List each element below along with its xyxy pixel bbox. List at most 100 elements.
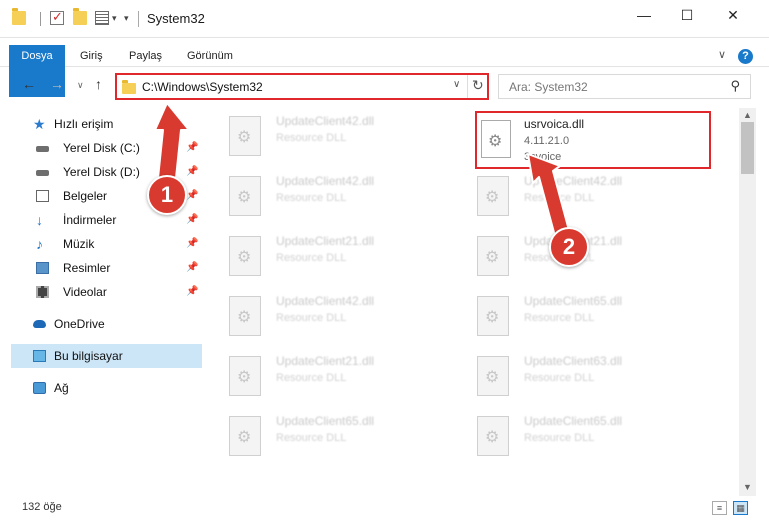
dll-file-icon <box>229 356 261 396</box>
file-description: Resource DLL <box>276 192 347 204</box>
tab-home[interactable]: Giriş <box>80 45 103 67</box>
collapse-ribbon-icon[interactable]: ∨ <box>718 48 726 61</box>
sidebar-item-label: Yerel Disk (C:) <box>63 141 140 155</box>
address-bar[interactable]: C:\Windows\System32 ∨ ↻ <box>115 73 489 100</box>
close-button[interactable]: ✕ <box>710 0 756 30</box>
dll-file-icon <box>229 176 261 216</box>
computer-icon <box>33 350 46 362</box>
scroll-down-icon[interactable]: ▼ <box>743 482 752 492</box>
pin-icon[interactable]: 📌 <box>186 256 198 280</box>
sidebar-item-this-pc[interactable]: Bu bilgisayar <box>11 344 202 368</box>
folder-icon <box>12 8 26 25</box>
status-bar: 132 öğe ≡ ▦ <box>0 496 769 520</box>
drive-icon <box>36 170 49 176</box>
sidebar-item-disk-c[interactable]: Yerel Disk (C:) 📌 <box>11 136 202 160</box>
list-item[interactable]: UpdateClient42.dll Resource DLL <box>215 290 445 342</box>
separator <box>138 11 139 27</box>
item-count: 132 öğe <box>22 501 62 513</box>
navigation-bar: ← → ∨ ↑ C:\Windows\System32 ∨ ↻ Ara: Sys… <box>0 70 769 104</box>
search-placeholder: Ara: System32 <box>509 80 588 94</box>
sidebar-item-quick-access[interactable]: ★ Hızlı erişim <box>11 112 202 136</box>
sidebar-item-onedrive[interactable]: OneDrive <box>11 312 202 336</box>
sidebar-item-label: Bu bilgisayar <box>54 349 123 363</box>
file-description: Resource DLL <box>524 192 595 204</box>
large-icons-view-icon[interactable]: ▦ <box>733 501 748 515</box>
sidebar-item-label: Videolar <box>63 285 107 299</box>
file-name: UpdateClient42.dll <box>276 114 375 128</box>
minimize-button[interactable]: — <box>621 0 667 30</box>
properties-check-icon[interactable] <box>50 9 64 25</box>
pin-icon[interactable]: 📌 <box>186 208 198 232</box>
list-item[interactable]: UpdateClient21.dll Resource DLL <box>215 230 445 282</box>
file-description: Resource DLL <box>276 372 347 384</box>
list-item[interactable]: UpdateClient42.dll Resource DLL <box>215 110 445 162</box>
file-description: Resource DLL <box>276 312 347 324</box>
quick-access-dropdown-icon[interactable]: ▾ <box>112 13 117 24</box>
separator <box>40 12 41 26</box>
forward-icon[interactable]: → <box>50 76 64 92</box>
list-item[interactable]: UpdateClient63.dll Resource DLL <box>463 350 693 402</box>
list-item[interactable]: UpdateClient65.dll Resource DLL <box>463 410 693 462</box>
highlighted-file-item[interactable]: usrvoica.dll 4.11.21.0 3cvoice <box>475 111 711 169</box>
search-input[interactable]: Ara: System32 ⚲ <box>498 74 751 99</box>
list-item[interactable]: UpdateClient21.dll Resource DLL <box>215 350 445 402</box>
file-version: 4.11.21.0 <box>524 135 570 147</box>
dll-file-icon <box>229 236 261 276</box>
list-item[interactable]: UpdateClient65.dll Resource DLL <box>463 290 693 342</box>
back-icon[interactable]: ← <box>22 76 36 92</box>
recent-locations-icon[interactable]: ∨ <box>77 80 84 91</box>
download-icon: ↓ <box>36 212 43 228</box>
search-icon[interactable]: ⚲ <box>730 78 740 94</box>
sidebar-item-label: Hızlı erişim <box>54 117 114 131</box>
list-item[interactable]: UpdateClient42.dll Resource DLL <box>463 170 693 222</box>
dll-file-icon <box>229 116 261 156</box>
sidebar-item-videos[interactable]: Videolar 📌 <box>11 280 202 304</box>
address-dropdown-icon[interactable]: ∨ <box>453 79 460 90</box>
pin-icon[interactable]: 📌 <box>186 160 198 184</box>
file-name: UpdateClient42.dll <box>276 294 375 308</box>
list-item[interactable]: UpdateClient42.dll Resource DLL <box>215 170 445 222</box>
document-icon <box>36 190 49 202</box>
file-description: Resource DLL <box>524 312 595 324</box>
pin-icon[interactable]: 📌 <box>186 280 198 304</box>
navigation-pane: ★ Hızlı erişim Yerel Disk (C:) 📌 Yerel D… <box>0 108 205 492</box>
sidebar-item-label: OneDrive <box>54 317 105 331</box>
new-folder-icon[interactable] <box>73 8 87 25</box>
pictures-icon <box>36 262 49 274</box>
tab-share[interactable]: Paylaş <box>129 45 162 67</box>
address-path[interactable]: C:\Windows\System32 <box>142 80 263 94</box>
refresh-icon[interactable]: ↻ <box>472 77 484 94</box>
up-icon[interactable]: ↑ <box>95 76 102 92</box>
dll-file-icon <box>477 356 509 396</box>
file-name: UpdateClient42.dll <box>276 174 375 188</box>
network-icon <box>33 382 46 394</box>
list-item[interactable]: UpdateClient65.dll Resource DLL <box>215 410 445 462</box>
file-name: UpdateClient65.dll <box>524 414 623 428</box>
sidebar-item-pictures[interactable]: Resimler 📌 <box>11 256 202 280</box>
sidebar-item-label: Yerel Disk (D:) <box>63 165 140 179</box>
tab-view[interactable]: Görünüm <box>187 45 233 67</box>
details-view-icon[interactable]: ≡ <box>712 501 727 515</box>
pin-icon[interactable]: 📌 <box>186 184 198 208</box>
file-name: UpdateClient21.dll <box>276 234 375 248</box>
customize-toolbar-icon[interactable]: ▾ <box>124 13 129 24</box>
file-list: UpdateClient42.dll Resource DLL UpdateCl… <box>215 108 737 492</box>
file-name: UpdateClient42.dll <box>524 174 623 188</box>
sidebar-item-label: Resimler <box>63 261 111 275</box>
vertical-scrollbar[interactable]: ▲ ▼ <box>739 108 756 496</box>
callout-badge-1: 1 <box>147 175 187 215</box>
sidebar-item-music[interactable]: ♪ Müzik 📌 <box>11 232 202 256</box>
pin-icon[interactable]: 📌 <box>186 136 198 160</box>
file-description: Resource DLL <box>524 372 595 384</box>
file-description: 3cvoice <box>524 151 562 163</box>
scrollbar-thumb[interactable] <box>741 122 754 174</box>
drive-icon <box>36 146 49 152</box>
pin-icon[interactable]: 📌 <box>186 232 198 256</box>
properties-icon[interactable] <box>95 11 109 25</box>
scroll-up-icon[interactable]: ▲ <box>743 110 752 120</box>
help-icon[interactable]: ? <box>738 49 753 64</box>
sidebar-item-network[interactable]: Ağ <box>11 376 202 400</box>
maximize-button[interactable]: ☐ <box>664 0 710 30</box>
window-title: System32 <box>147 11 205 26</box>
ribbon: Dosya Giriş Paylaş Görünüm ∨ ? <box>0 45 769 97</box>
